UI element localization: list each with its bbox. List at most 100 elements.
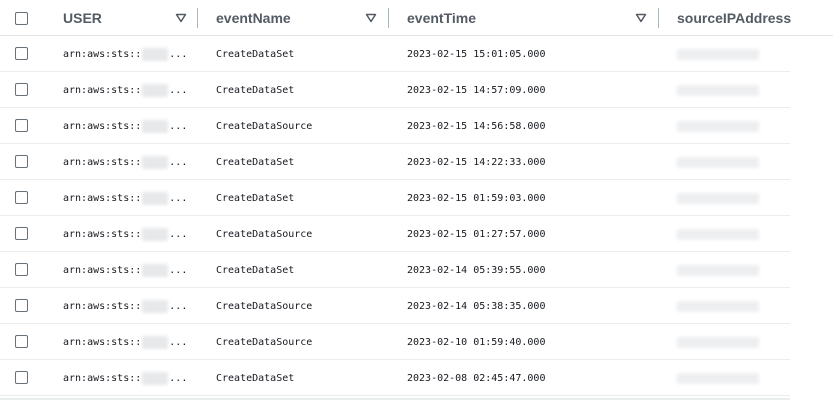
event-time-cell: 2023-02-14 05:38:35.000 <box>407 300 546 312</box>
column-header-eventtime[interactable]: eventTime <box>407 0 627 36</box>
event-time-cell: 2023-02-10 01:59:40.000 <box>407 336 546 348</box>
row-select-checkbox[interactable] <box>15 47 28 60</box>
event-time-cell: 2023-02-14 05:39:55.000 <box>407 264 546 276</box>
column-header-label: sourceIPAddress <box>677 10 792 26</box>
column-resizer[interactable] <box>388 8 389 28</box>
select-all-checkbox[interactable] <box>15 12 28 25</box>
user-arn-ellipsis: ... <box>169 120 188 132</box>
event-time-cell: 2023-02-15 14:22:33.000 <box>407 156 546 168</box>
row-select-checkbox[interactable] <box>15 83 28 96</box>
user-cell: arn:aws:sts::... <box>63 216 193 252</box>
event-name-cell: CreateDataSource <box>216 336 313 348</box>
redacted-source-ip <box>677 265 759 276</box>
user-arn-prefix: arn:aws:sts:: <box>63 264 142 276</box>
redacted-account-id <box>142 299 169 313</box>
table-row[interactable]: arn:aws:sts::... CreateDataSet 2023-02-15 … <box>0 36 833 72</box>
redacted-source-ip <box>677 121 759 132</box>
redacted-account-id <box>142 83 169 97</box>
caret-down-icon[interactable] <box>175 12 187 24</box>
table-header-row: USER eventName eventTime sourceIPAddress <box>0 0 833 36</box>
redacted-source-ip <box>677 49 759 60</box>
event-name-cell: CreateDataSource <box>216 300 313 312</box>
table-row[interactable]: arn:aws:sts::... CreateDataSource 2023-02-… <box>0 288 833 324</box>
table-row[interactable]: arn:aws:sts::... CreateDataSet 2023-02-15 … <box>0 144 833 180</box>
event-name-cell: CreateDataSource <box>216 228 313 240</box>
row-select-checkbox[interactable] <box>15 299 28 312</box>
redacted-account-id <box>142 119 169 133</box>
redacted-source-ip <box>677 337 759 348</box>
user-cell: arn:aws:sts::... <box>63 360 193 396</box>
table-row[interactable]: arn:aws:sts::... CreateDataSource 2023-02-… <box>0 108 833 144</box>
user-arn-prefix: arn:aws:sts:: <box>63 120 142 132</box>
user-arn-prefix: arn:aws:sts:: <box>63 228 142 240</box>
event-time-cell: 2023-02-15 14:57:09.000 <box>407 84 546 96</box>
event-name-cell: CreateDataSource <box>216 120 313 132</box>
column-header-eventname[interactable]: eventName <box>216 0 356 36</box>
row-select-checkbox[interactable] <box>15 191 28 204</box>
table-row[interactable]: arn:aws:sts::... CreateDataSet 2023-02-15 … <box>0 72 833 108</box>
row-separator <box>0 395 790 396</box>
caret-down-icon[interactable] <box>365 12 377 24</box>
event-name-cell: CreateDataSet <box>216 156 295 168</box>
caret-down-icon[interactable] <box>635 12 647 24</box>
event-time-cell: 2023-02-08 02:45:47.000 <box>407 372 546 384</box>
row-select-checkbox[interactable] <box>15 335 28 348</box>
row-select-checkbox[interactable] <box>15 119 28 132</box>
column-header-label: eventName <box>216 10 291 26</box>
user-arn-prefix: arn:aws:sts:: <box>63 156 142 168</box>
user-arn-ellipsis: ... <box>169 192 188 204</box>
user-arn-ellipsis: ... <box>169 372 188 384</box>
redacted-account-id <box>142 371 169 385</box>
table-row[interactable]: arn:aws:sts::... CreateDataSet 2023-02-15 … <box>0 180 833 216</box>
redacted-account-id <box>142 227 169 241</box>
redacted-source-ip <box>677 85 759 96</box>
row-select-checkbox[interactable] <box>15 371 28 384</box>
user-arn-prefix: arn:aws:sts:: <box>63 372 142 384</box>
user-arn-prefix: arn:aws:sts:: <box>63 84 142 96</box>
user-cell: arn:aws:sts::... <box>63 252 193 288</box>
event-name-cell: CreateDataSet <box>216 48 295 60</box>
column-header-label: eventTime <box>407 10 476 26</box>
redacted-account-id <box>142 155 169 169</box>
user-cell: arn:aws:sts::... <box>63 72 193 108</box>
row-select-checkbox[interactable] <box>15 263 28 276</box>
event-time-cell: 2023-02-15 01:27:57.000 <box>407 228 546 240</box>
user-cell: arn:aws:sts::... <box>63 288 193 324</box>
user-cell: arn:aws:sts::... <box>63 180 193 216</box>
event-time-cell: 2023-02-15 14:56:58.000 <box>407 120 546 132</box>
row-select-checkbox[interactable] <box>15 155 28 168</box>
user-cell: arn:aws:sts::... <box>63 108 193 144</box>
column-header-user[interactable]: USER <box>63 0 193 36</box>
event-time-cell: 2023-02-15 01:59:03.000 <box>407 192 546 204</box>
column-header-sourceipaddress[interactable]: sourceIPAddress <box>677 0 827 36</box>
redacted-source-ip <box>677 229 759 240</box>
user-arn-ellipsis: ... <box>169 156 188 168</box>
event-name-cell: CreateDataSet <box>216 192 295 204</box>
event-name-cell: CreateDataSet <box>216 264 295 276</box>
column-resizer[interactable] <box>197 8 198 28</box>
event-time-cell: 2023-02-15 15:01:05.000 <box>407 48 546 60</box>
event-name-cell: CreateDataSet <box>216 372 295 384</box>
user-arn-prefix: arn:aws:sts:: <box>63 300 142 312</box>
redacted-source-ip <box>677 157 759 168</box>
user-arn-ellipsis: ... <box>169 264 188 276</box>
user-arn-prefix: arn:aws:sts:: <box>63 192 142 204</box>
column-resizer[interactable] <box>658 8 659 28</box>
user-arn-prefix: arn:aws:sts:: <box>63 48 142 60</box>
user-arn-ellipsis: ... <box>169 300 188 312</box>
user-arn-ellipsis: ... <box>169 84 188 96</box>
user-cell: arn:aws:sts::... <box>63 324 193 360</box>
table-row[interactable]: arn:aws:sts::... CreateDataSet 2023-02-08 … <box>0 360 833 396</box>
table-row[interactable]: arn:aws:sts::... CreateDataSet 2023-02-14 … <box>0 252 833 288</box>
row-select-checkbox[interactable] <box>15 227 28 240</box>
redacted-source-ip <box>677 193 759 204</box>
user-arn-ellipsis: ... <box>169 228 188 240</box>
redacted-source-ip <box>677 301 759 312</box>
column-header-label: USER <box>63 10 102 26</box>
table-row[interactable]: arn:aws:sts::... CreateDataSource 2023-02-… <box>0 216 833 252</box>
user-arn-ellipsis: ... <box>169 336 188 348</box>
results-table: USER eventName eventTime sourceIPAddress… <box>0 0 833 400</box>
event-name-cell: CreateDataSet <box>216 84 295 96</box>
table-row[interactable]: arn:aws:sts::... CreateDataSource 2023-02-… <box>0 324 833 360</box>
redacted-account-id <box>142 191 169 205</box>
